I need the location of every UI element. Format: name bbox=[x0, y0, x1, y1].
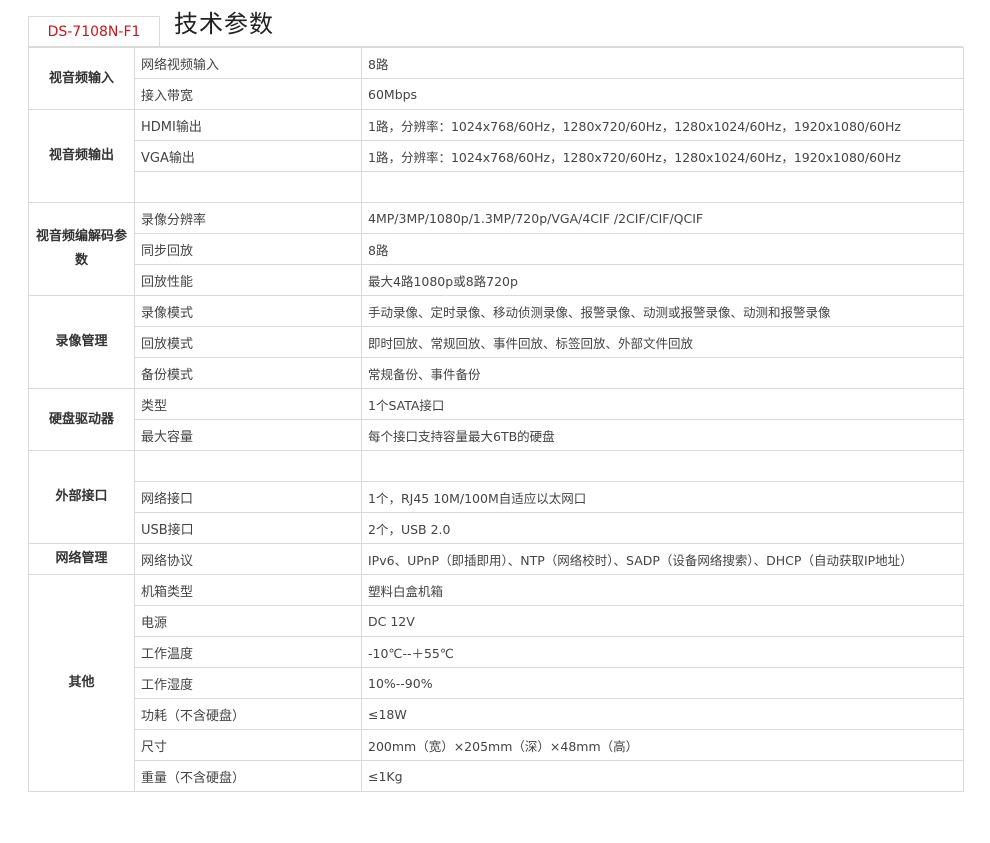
spec-row: 功耗（不含硬盘） ≤18W bbox=[29, 698, 964, 730]
spec-row: 最大容量 每个接口支持容量最大6TB的硬盘 bbox=[29, 419, 964, 451]
param-value-cell: 常规备份、事件备份 bbox=[361, 357, 964, 389]
category-cell: 硬盘驱动器 bbox=[28, 388, 135, 451]
category-cell: 视音频输入 bbox=[28, 47, 135, 110]
param-name-cell: 回放性能 bbox=[134, 264, 362, 296]
param-value-cell: 2个，USB 2.0 bbox=[361, 512, 964, 544]
param-name-cell: 类型 bbox=[134, 388, 362, 420]
param-name-cell: 尺寸 bbox=[134, 729, 362, 761]
spec-row: 同步回放 8路 bbox=[29, 233, 964, 265]
spec-row: 录像管理 录像模式 手动录像、定时录像、移动侦测录像、报警录像、动测或报警录像、动测… bbox=[28, 295, 964, 389]
param-value-cell bbox=[361, 450, 964, 482]
param-value-cell: -10℃--＋55℃ bbox=[361, 636, 964, 668]
param-value-cell: 60Mbps bbox=[361, 78, 964, 110]
spec-table: 视音频输入 网络视频输入 8路 接入带宽 60Mbps 视音频输出 HDMI输出 1路，分辨率… bbox=[28, 47, 964, 792]
model-tab[interactable]: DS-7108N-F1 bbox=[28, 16, 160, 47]
page-title: 技术参数 bbox=[174, 10, 274, 38]
param-value-cell: 1个SATA接口 bbox=[361, 388, 964, 420]
param-name-cell: 工作温度 bbox=[134, 636, 362, 668]
param-name-cell: 电源 bbox=[134, 605, 362, 637]
spec-row: 回放模式 即时回放、常规回放、事件回放、标签回放、外部文件回放 bbox=[29, 326, 964, 358]
param-name-cell: 录像分辨率 bbox=[134, 202, 362, 234]
param-value-cell: 8路 bbox=[361, 233, 964, 265]
param-name-cell: VGA输出 bbox=[134, 140, 362, 172]
spec-row: 重量（不含硬盘） ≤1Kg bbox=[29, 760, 964, 792]
param-name-cell: 网络协议 bbox=[134, 543, 362, 575]
param-name-cell: USB接口 bbox=[134, 512, 362, 544]
param-name-cell bbox=[134, 171, 362, 203]
param-value-cell: ≤18W bbox=[361, 698, 964, 730]
param-value-cell: 8路 bbox=[361, 47, 964, 79]
param-name-cell: 功耗（不含硬盘） bbox=[134, 698, 362, 730]
param-value-cell: 1个，RJ45 10M/100M自适应以太网口 bbox=[361, 481, 964, 513]
spec-row: 电源 DC 12V bbox=[29, 605, 964, 637]
category-cell: 网络管理 bbox=[28, 543, 135, 575]
param-value-cell bbox=[361, 171, 964, 203]
category-cell: 其他 bbox=[28, 574, 135, 792]
param-name-cell: HDMI输出 bbox=[134, 109, 362, 141]
spec-row: 视音频输出 HDMI输出 1路，分辨率：1024x768/60Hz，1280x720… bbox=[28, 109, 964, 203]
spec-row: 视音频编解码参数 录像分辨率 4MP/3MP/1080p/1.3MP/720p/VG… bbox=[28, 202, 964, 296]
page-header: DS-7108N-F1 技术参数 bbox=[28, 0, 963, 48]
param-value-cell: IPv6、UPnP（即插即用）、NTP（网络校时）、SADP（设备网络搜索）、D… bbox=[361, 543, 964, 575]
spec-row: 网络接口 1个，RJ45 10M/100M自适应以太网口 bbox=[29, 481, 964, 513]
spec-row: 尺寸 200mm（宽）×205mm（深）×48mm（高） bbox=[29, 729, 964, 761]
spec-row: 硬盘驱动器 类型 1个SATA接口 bbox=[28, 388, 964, 451]
param-name-cell: 回放模式 bbox=[134, 326, 362, 358]
param-name-cell: 网络视频输入 bbox=[134, 47, 362, 79]
param-value-cell: 1路，分辨率：1024x768/60Hz，1280x720/60Hz，1280x… bbox=[361, 140, 964, 172]
spec-row: USB接口 2个，USB 2.0 bbox=[29, 512, 964, 544]
param-value-cell: 200mm（宽）×205mm（深）×48mm（高） bbox=[361, 729, 964, 761]
param-name-cell: 网络接口 bbox=[134, 481, 362, 513]
spec-row: 工作湿度 10%--90% bbox=[29, 667, 964, 699]
param-value-cell: 手动录像、定时录像、移动侦测录像、报警录像、动测或报警录像、动测和报警录像 bbox=[361, 295, 964, 327]
param-name-cell: 接入带宽 bbox=[134, 78, 362, 110]
category-cell: 外部接口 bbox=[28, 450, 135, 544]
param-value-cell: 每个接口支持容量最大6TB的硬盘 bbox=[361, 419, 964, 451]
category-cell: 录像管理 bbox=[28, 295, 135, 389]
spec-row: 接入带宽 60Mbps bbox=[29, 78, 964, 110]
param-name-cell: 机箱类型 bbox=[134, 574, 362, 606]
param-name-cell: 最大容量 bbox=[134, 419, 362, 451]
category-cell: 视音频输出 bbox=[28, 109, 135, 203]
param-value-cell: 1路，分辨率：1024x768/60Hz，1280x720/60Hz，1280x… bbox=[361, 109, 964, 141]
spec-row: 其他 机箱类型 塑料白盒机箱 bbox=[28, 574, 964, 792]
param-name-cell: 备份模式 bbox=[134, 357, 362, 389]
param-value-cell: 塑料白盒机箱 bbox=[361, 574, 964, 606]
param-name-cell: 录像模式 bbox=[134, 295, 362, 327]
param-value-cell: 即时回放、常规回放、事件回放、标签回放、外部文件回放 bbox=[361, 326, 964, 358]
spec-table-body: 视音频输入 网络视频输入 8路 接入带宽 60Mbps 视音频输出 HDMI输出 1路，分辨率… bbox=[28, 47, 964, 792]
spec-row bbox=[29, 171, 964, 203]
param-value-cell: DC 12V bbox=[361, 605, 964, 637]
param-name-cell: 同步回放 bbox=[134, 233, 362, 265]
spec-row: 工作温度 -10℃--＋55℃ bbox=[29, 636, 964, 668]
param-value-cell: 4MP/3MP/1080p/1.3MP/720p/VGA/4CIF /2CIF/… bbox=[361, 202, 964, 234]
spec-row: 回放性能 最大4路1080p或8路720p bbox=[29, 264, 964, 296]
spec-row: 网络管理 网络协议 IPv6、UPnP（即插即用）、NTP（网络校时）、SADP（设… bbox=[28, 543, 964, 575]
spec-row: 视音频输入 网络视频输入 8路 bbox=[28, 47, 964, 110]
param-value-cell: 最大4路1080p或8路720p bbox=[361, 264, 964, 296]
spec-row: VGA输出 1路，分辨率：1024x768/60Hz，1280x720/60Hz，… bbox=[29, 140, 964, 172]
category-cell: 视音频编解码参数 bbox=[28, 202, 135, 296]
spec-row: 备份模式 常规备份、事件备份 bbox=[29, 357, 964, 389]
spec-row: 外部接口 bbox=[28, 450, 964, 544]
param-value-cell: 10%--90% bbox=[361, 667, 964, 699]
param-name-cell: 重量（不含硬盘） bbox=[134, 760, 362, 792]
param-name-cell: 工作湿度 bbox=[134, 667, 362, 699]
param-name-cell bbox=[134, 450, 362, 482]
param-value-cell: ≤1Kg bbox=[361, 760, 964, 792]
